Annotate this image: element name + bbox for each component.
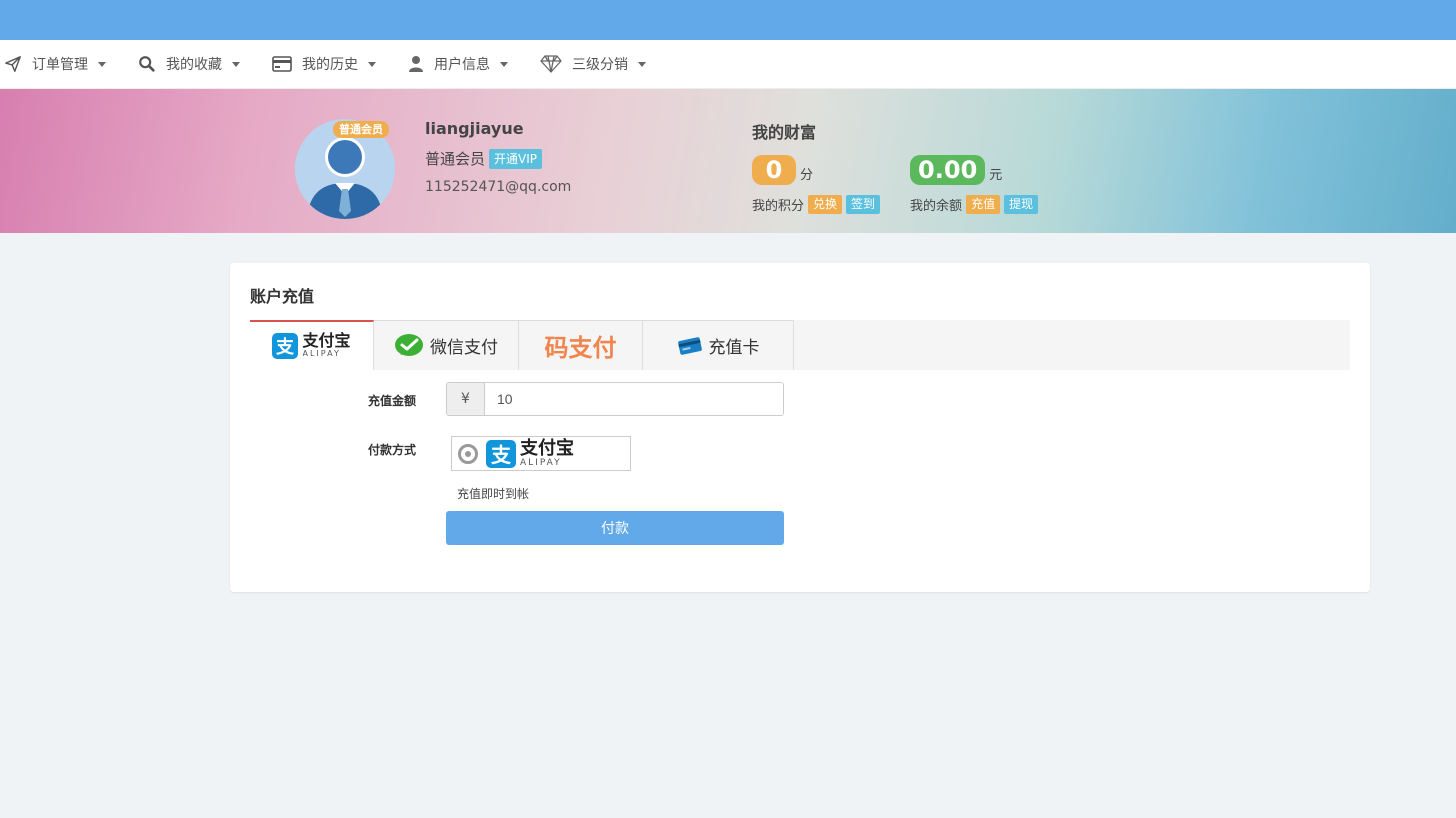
- checkin-button[interactable]: 签到: [846, 195, 881, 214]
- credit-card-icon: [272, 56, 292, 72]
- points-unit: 分: [800, 168, 814, 183]
- caret-down-icon: [368, 61, 376, 67]
- nav-favorites-label: 我的收藏: [166, 57, 222, 73]
- user-email: 115252471@qq.com: [425, 179, 572, 195]
- pay-button[interactable]: 付款: [446, 511, 784, 545]
- nav-favorites[interactable]: 我的收藏: [138, 54, 240, 74]
- method-alipay-label: 支付宝: [520, 437, 574, 459]
- wechat-pay-icon: [395, 333, 423, 356]
- alipay-method-option[interactable]: 支 支付宝 ALIPAY: [451, 436, 631, 471]
- tab-recharge-card[interactable]: 充值卡: [643, 320, 794, 370]
- paper-plane-icon: [5, 56, 21, 72]
- card-icon: [677, 336, 702, 355]
- username: liangjiayue: [425, 119, 524, 138]
- exchange-button[interactable]: 兑换: [808, 195, 843, 214]
- balance-column: 0.00 元 我的余额 充值 提现: [910, 155, 1039, 214]
- nav-user-info-label: 用户信息: [434, 57, 490, 73]
- member-badge: 普通会员: [333, 121, 389, 138]
- recharge-card: 账户充值 支 支付宝 ALIPAY 微信支付 码支付 充值卡 充值金额 ¥ 付款: [230, 263, 1370, 592]
- amount-label: 充值金额: [368, 394, 417, 408]
- wechat-tab-label: 微信支付: [430, 338, 498, 358]
- balance-label: 我的余额: [910, 199, 963, 214]
- radio-selected-icon[interactable]: [458, 443, 478, 464]
- tab-alipay[interactable]: 支 支付宝 ALIPAY: [250, 320, 374, 370]
- diamond-icon: [540, 55, 562, 73]
- tab-wechat[interactable]: 微信支付: [374, 320, 519, 370]
- nav-history-label: 我的历史: [302, 57, 358, 73]
- balance-value: 0.00: [910, 155, 986, 185]
- recharge-button[interactable]: 充值: [966, 195, 1001, 214]
- points-value: 0: [752, 155, 796, 185]
- alipay-icon: 支: [272, 333, 299, 359]
- currency-addon: ¥: [447, 383, 485, 415]
- nav-orders[interactable]: 订单管理: [4, 54, 106, 74]
- method-alipay-sublabel: ALIPAY: [520, 457, 562, 468]
- svg-text:支: 支: [491, 443, 512, 467]
- caret-down-icon: [638, 61, 646, 67]
- alipay-tab-sublabel: ALIPAY: [302, 349, 341, 358]
- search-icon: [139, 56, 155, 72]
- caret-down-icon: [98, 61, 106, 67]
- amount-input[interactable]: [485, 383, 783, 415]
- card-tab-label: 充值卡: [708, 338, 760, 358]
- member-level: 普通会员: [425, 150, 486, 168]
- nav-orders-label: 订单管理: [32, 57, 88, 73]
- withdraw-button[interactable]: 提现: [1004, 195, 1039, 214]
- alipay-icon: 支: [486, 439, 516, 468]
- profile-banner: 普通会员 liangjiayue 普通会员 开通VIP 115252471@qq…: [0, 89, 1456, 233]
- nav-distribution-label: 三级分销: [572, 57, 628, 73]
- nav-history[interactable]: 我的历史: [272, 54, 376, 74]
- caret-down-icon: [500, 61, 508, 67]
- points-label: 我的积分: [752, 199, 805, 214]
- recharge-title: 账户充值: [250, 287, 315, 306]
- points-column: 0 分 我的积分 兑换 签到: [752, 155, 881, 214]
- main-nav: 订单管理 我的收藏 我的历史 用户信息 三级分销: [0, 40, 1456, 89]
- tab-code-pay[interactable]: 码支付: [519, 320, 643, 370]
- open-vip-button[interactable]: 开通VIP: [489, 148, 543, 169]
- code-pay-tab-label: 码支付: [544, 333, 617, 362]
- method-label: 付款方式: [368, 443, 417, 457]
- instant-note: 充值即时到帐: [457, 487, 530, 501]
- nav-user-info[interactable]: 用户信息: [408, 54, 508, 74]
- nav-distribution[interactable]: 三级分销: [540, 54, 646, 74]
- caret-down-icon: [232, 61, 240, 67]
- top-bar: [0, 0, 1456, 40]
- wealth-title: 我的财富: [752, 123, 817, 142]
- balance-unit: 元: [989, 168, 1003, 183]
- alipay-tab-label: 支付宝: [302, 331, 351, 350]
- payment-tabs: 支 支付宝 ALIPAY 微信支付 码支付 充值卡: [250, 320, 1350, 370]
- wealth-panel: 我的财富 0 分 我的积分 兑换 签到 0.00 元 我的余额 充值 提现: [752, 119, 1152, 214]
- user-info: liangjiayue 普通会员 开通VIP 115252471@qq.com: [425, 119, 571, 195]
- svg-text:支: 支: [275, 336, 295, 358]
- user-icon: [409, 56, 423, 72]
- amount-input-group: ¥: [446, 382, 784, 416]
